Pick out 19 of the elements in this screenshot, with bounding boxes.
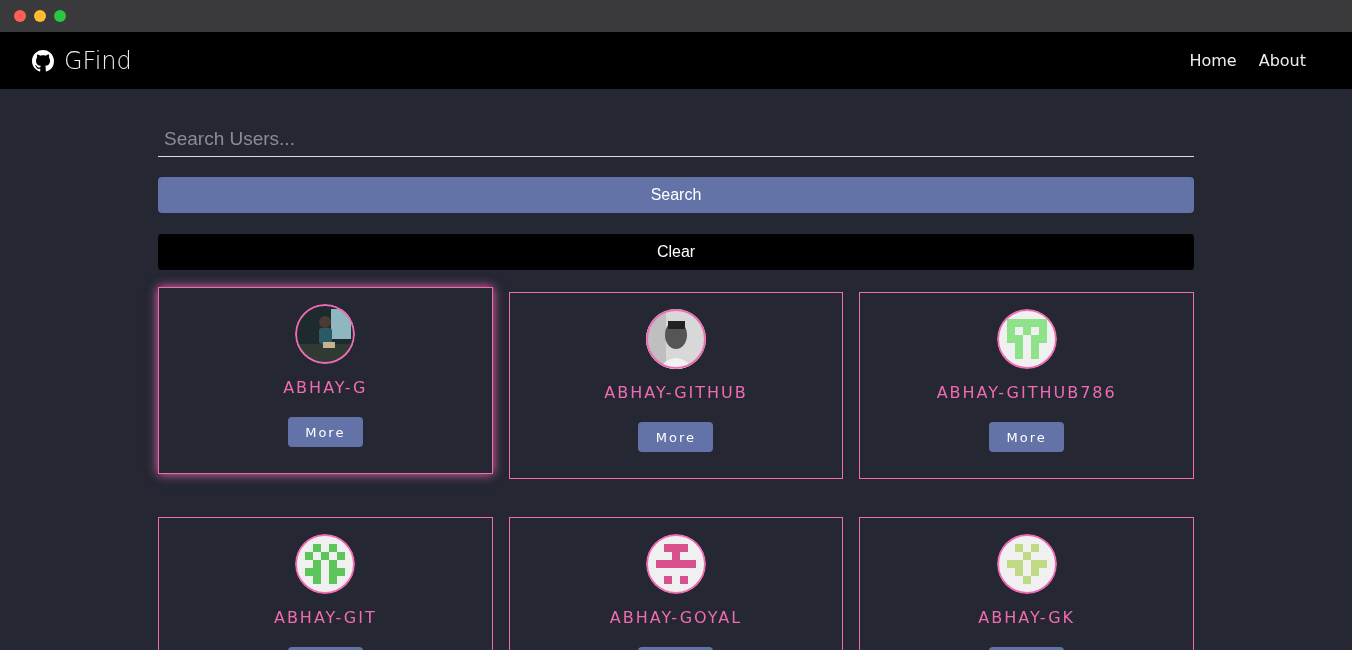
close-window-icon[interactable] bbox=[14, 10, 26, 22]
username: ABHAY-GIT bbox=[273, 608, 377, 627]
nav-link[interactable]: About bbox=[1258, 51, 1306, 70]
zoom-window-icon[interactable] bbox=[54, 10, 66, 22]
github-logo-icon bbox=[32, 49, 54, 72]
search-field[interactable]: Search Users... bbox=[158, 124, 1194, 157]
nav-link[interactable]: Home bbox=[1189, 51, 1237, 70]
username: ABHAY-GOYAL bbox=[609, 608, 743, 627]
more-button[interactable]: More bbox=[287, 417, 363, 447]
username: ABHAY-GK bbox=[978, 608, 1076, 627]
username: ABHAY-GITHUB bbox=[604, 383, 748, 402]
minimize-window-icon[interactable] bbox=[34, 10, 46, 22]
username: ABHAY-GITHUB786 bbox=[936, 383, 1117, 402]
brand-title: GFind bbox=[64, 46, 132, 75]
search-button[interactable]: Search bbox=[158, 177, 1194, 213]
more-button[interactable]: More bbox=[989, 422, 1065, 452]
clear-button[interactable]: Clear bbox=[158, 234, 1194, 270]
username: ABHAY-G bbox=[283, 378, 368, 397]
more-button[interactable]: More bbox=[638, 422, 714, 452]
